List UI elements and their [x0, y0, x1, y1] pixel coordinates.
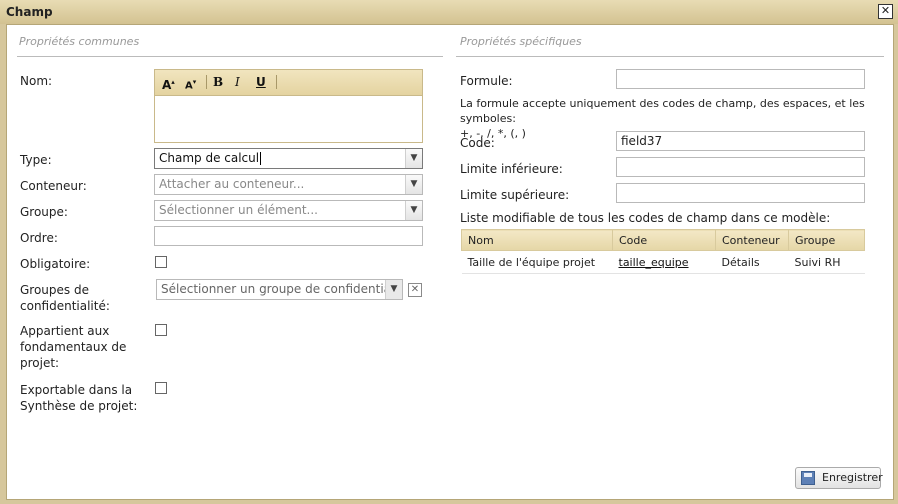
field-codes-table: Nom Code Conteneur Groupe Taille de l'éq…	[461, 229, 865, 274]
italic-icon[interactable]: I	[235, 74, 240, 90]
code-label: Code:	[460, 136, 495, 150]
limite-inf-label: Limite inférieure:	[460, 162, 563, 176]
label-line: Groupes de	[20, 283, 89, 297]
ordre-input[interactable]	[154, 226, 423, 246]
font-shrink-icon[interactable]: A▾	[185, 74, 196, 91]
conteneur-select[interactable]: Attacher au conteneur... ▼	[154, 174, 423, 195]
close-icon[interactable]: ✕	[878, 4, 893, 19]
ordre-label: Ordre:	[20, 231, 58, 245]
cell-conteneur: Détails	[715, 250, 789, 274]
column-header-groupe[interactable]: Groupe	[788, 229, 865, 251]
label-line: confidentialité:	[20, 299, 110, 313]
text-cursor	[260, 152, 262, 165]
common-properties-title: Propriétés communes	[19, 35, 140, 48]
column-header-conteneur[interactable]: Conteneur	[715, 229, 789, 251]
cell-groupe: Suivi RH	[788, 250, 865, 274]
hint-line: La formule accepte uniquement des codes …	[460, 97, 865, 125]
save-button-label: Enregistrer	[822, 471, 883, 484]
save-button[interactable]: Enregistrer	[795, 467, 883, 489]
field-codes-list-title: Liste modifiable de tous les codes de ch…	[460, 211, 831, 225]
groupe-label: Groupe:	[20, 205, 68, 219]
exportable-checkbox[interactable]	[155, 382, 167, 394]
window-titlebar: Champ ✕	[0, 0, 898, 24]
window-title: Champ	[6, 5, 53, 19]
chevron-down-icon[interactable]: ▼	[405, 149, 422, 168]
column-header-code[interactable]: Code	[612, 229, 716, 251]
conteneur-placeholder: Attacher au conteneur...	[159, 177, 305, 191]
save-disk-icon	[801, 471, 815, 485]
conteneur-label: Conteneur:	[20, 179, 87, 193]
chevron-down-icon[interactable]: ▼	[405, 175, 422, 194]
nom-editor-area[interactable]	[155, 96, 422, 143]
underline-icon[interactable]: U	[256, 74, 266, 90]
label-line: Exportable dans la	[20, 383, 133, 397]
editor-toolbar: A▴ A▾ B I U	[155, 70, 422, 96]
groupe-placeholder: Sélectionner un élément...	[159, 203, 318, 217]
limite-sup-input[interactable]	[616, 183, 865, 203]
obligatoire-label: Obligatoire:	[20, 257, 91, 271]
clear-icon[interactable]: ✕	[408, 283, 422, 297]
label-line: Appartient aux	[20, 324, 110, 338]
column-header-nom[interactable]: Nom	[461, 229, 613, 251]
cell-code: taille_equipe	[612, 250, 716, 274]
field-code-link[interactable]: taille_equipe	[619, 256, 689, 269]
fondamentaux-checkbox[interactable]	[155, 324, 167, 336]
confidentialite-select[interactable]: Sélectionner un groupe de confidentialit…	[156, 279, 403, 300]
toolbar-separator	[206, 75, 207, 89]
type-label: Type:	[20, 153, 52, 167]
groupe-select[interactable]: Sélectionner un élément... ▼	[154, 200, 423, 221]
table-row[interactable]: Taille de l'équipe projet taille_equipe …	[461, 250, 865, 274]
chevron-down-icon[interactable]: ▼	[385, 280, 402, 299]
confidentialite-placeholder: Sélectionner un groupe de confidentialit…	[161, 282, 403, 296]
bold-icon[interactable]: B	[213, 74, 223, 90]
section-divider	[456, 56, 884, 57]
section-divider	[17, 56, 443, 57]
code-input[interactable]: field37	[616, 131, 865, 151]
type-select[interactable]: Champ de calcul ▼	[154, 148, 423, 169]
table-header-row: Nom Code Conteneur Groupe	[461, 229, 865, 251]
formule-label: Formule:	[460, 74, 513, 88]
obligatoire-checkbox[interactable]	[155, 256, 167, 268]
label-line: Synthèse de projet:	[20, 399, 138, 413]
font-grow-icon[interactable]: A▴	[162, 74, 175, 92]
toolbar-separator	[276, 75, 277, 89]
field-dialog: Propriétés communes Nom: A▴ A▾ B I U Typ…	[6, 24, 894, 500]
confidentialite-label: Groupes de confidentialité:	[20, 282, 110, 314]
formule-input[interactable]	[616, 69, 865, 89]
specific-properties-title: Propriétés spécifiques	[460, 35, 582, 48]
cell-nom: Taille de l'équipe projet	[461, 250, 613, 274]
exportable-label: Exportable dans la Synthèse de projet:	[20, 382, 137, 414]
label-line: projet:	[20, 356, 60, 370]
fondamentaux-label: Appartient aux fondamentaux de projet:	[20, 323, 126, 371]
nom-label: Nom:	[20, 74, 53, 88]
type-select-value: Champ de calcul	[159, 151, 260, 165]
limite-inf-input[interactable]	[616, 157, 865, 177]
chevron-down-icon[interactable]: ▼	[405, 201, 422, 220]
limite-sup-label: Limite supérieure:	[460, 188, 570, 202]
label-line: fondamentaux de	[20, 340, 127, 354]
nom-rich-editor: A▴ A▾ B I U	[154, 69, 423, 143]
